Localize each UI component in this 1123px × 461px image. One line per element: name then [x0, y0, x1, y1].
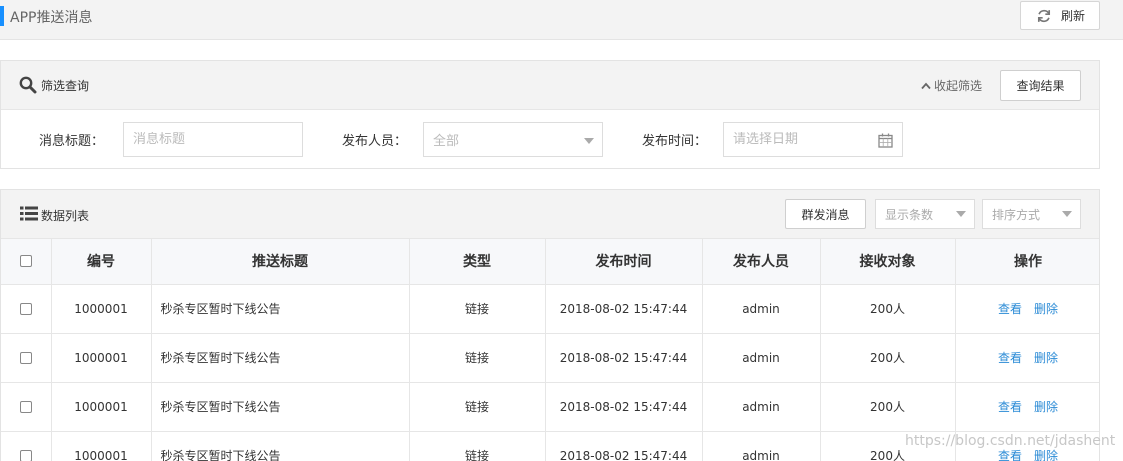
view-link[interactable]: 查看	[998, 302, 1022, 316]
chevron-up-icon	[921, 82, 931, 89]
calendar-icon	[878, 133, 893, 148]
column-header-publisher: 发布人员	[702, 239, 821, 285]
cell-id: 1000001	[51, 284, 152, 334]
page-header: APP推送消息	[0, 0, 1123, 40]
cell-type: 链接	[409, 382, 546, 432]
sort-select[interactable]: 排序方式	[982, 199, 1081, 229]
row-checkbox[interactable]	[19, 352, 32, 364]
column-header-title: 推送标题	[151, 239, 410, 285]
page-title: APP推送消息	[10, 10, 93, 26]
list-icon	[20, 206, 38, 221]
refresh-icon	[1037, 9, 1051, 22]
date-picker[interactable]	[723, 122, 903, 157]
list-header: 数据列表 群发消息 显示条数 排序方式	[1, 190, 1099, 239]
row-checkbox[interactable]	[19, 401, 32, 413]
cell-id: 1000001	[51, 333, 152, 383]
date-input[interactable]	[733, 132, 902, 147]
list-title: 数据列表	[41, 209, 90, 223]
collapse-filter-label: 收起筛选	[934, 79, 983, 93]
publish-time-label: 发布时间：	[642, 134, 708, 149]
page-size-placeholder: 显示条数	[885, 207, 934, 222]
row-select-cell	[1, 382, 52, 432]
mass-send-button[interactable]: 群发消息	[785, 199, 866, 229]
row-select-cell	[1, 431, 52, 461]
delete-link[interactable]: 删除	[1034, 302, 1058, 316]
cell-type: 链接	[409, 431, 546, 461]
page-size-select[interactable]: 显示条数	[875, 199, 975, 229]
refresh-label: 刷新	[1060, 9, 1085, 23]
watermark-text: https://blog.csdn.net/jdashent	[905, 433, 1116, 449]
sort-placeholder: 排序方式	[992, 207, 1041, 222]
cell-id: 1000001	[51, 431, 152, 461]
delete-link[interactable]: 删除	[1034, 449, 1058, 461]
filter-header: 筛选查询 收起筛选 查询结果	[1, 61, 1099, 110]
publisher-select[interactable]: 全部	[423, 122, 603, 157]
publisher-label: 发布人员：	[342, 134, 408, 149]
column-header-target: 接收对象	[820, 239, 956, 285]
title-accent-bar	[0, 6, 4, 26]
column-header-actions: 操作	[955, 239, 1099, 285]
view-link[interactable]: 查看	[998, 351, 1022, 365]
cell-time: 2018-08-02 15:47:44	[545, 431, 703, 461]
table-row: 1000001 秒杀专区暂时下线公告 链接 2018-08-02 15:47:4…	[1, 284, 1099, 334]
cell-type: 链接	[409, 333, 546, 383]
select-all-cell	[1, 239, 52, 285]
cell-actions: 查看 删除	[955, 382, 1099, 432]
row-select-cell	[1, 284, 52, 334]
filter-title: 筛选查询	[41, 79, 90, 93]
message-title-label: 消息标题：	[39, 134, 105, 149]
refresh-button[interactable]: 刷新	[1020, 1, 1100, 30]
column-header-time: 发布时间	[545, 239, 703, 285]
collapse-filter-toggle[interactable]: 收起筛选	[921, 77, 982, 94]
cell-title: 秒杀专区暂时下线公告	[151, 284, 410, 334]
cell-title: 秒杀专区暂时下线公告	[151, 431, 410, 461]
search-icon	[19, 76, 37, 94]
cell-title: 秒杀专区暂时下线公告	[151, 333, 410, 383]
query-results-button[interactable]: 查询结果	[1000, 70, 1081, 101]
publisher-select-value: 全部	[433, 134, 460, 149]
view-link[interactable]: 查看	[998, 400, 1022, 414]
chevron-down-icon	[584, 138, 594, 144]
cell-publisher: admin	[702, 284, 821, 334]
column-header-type: 类型	[409, 239, 546, 285]
table-header-row: 编号 推送标题 类型 发布时间 发布人员 接收对象 操作	[1, 239, 1099, 285]
cell-time: 2018-08-02 15:47:44	[545, 333, 703, 383]
message-title-input[interactable]	[123, 122, 303, 157]
cell-title: 秒杀专区暂时下线公告	[151, 382, 410, 432]
message-title-field[interactable]	[133, 132, 302, 147]
cell-actions: 查看 删除	[955, 333, 1099, 383]
column-header-id: 编号	[51, 239, 152, 285]
cell-actions: 查看 删除	[955, 284, 1099, 334]
cell-publisher: admin	[702, 382, 821, 432]
cell-time: 2018-08-02 15:47:44	[545, 284, 703, 334]
table-row: 1000001 秒杀专区暂时下线公告 链接 2018-08-02 15:47:4…	[1, 382, 1099, 432]
select-all-checkbox[interactable]	[19, 255, 32, 268]
data-list-panel: 数据列表 群发消息 显示条数 排序方式 编号 推送标题 类型 发布时间 发布人员…	[0, 189, 1100, 461]
chevron-down-icon	[1062, 211, 1072, 217]
cell-publisher: admin	[702, 333, 821, 383]
table-row: 1000001 秒杀专区暂时下线公告 链接 2018-08-02 15:47:4…	[1, 333, 1099, 383]
row-checkbox[interactable]	[19, 303, 32, 315]
row-select-cell	[1, 333, 52, 383]
data-table: 编号 推送标题 类型 发布时间 发布人员 接收对象 操作 1000001 秒杀专…	[1, 239, 1099, 461]
chevron-down-icon	[956, 211, 966, 217]
view-link[interactable]: 查看	[998, 449, 1022, 461]
cell-target: 200人	[820, 333, 956, 383]
cell-target: 200人	[820, 284, 956, 334]
cell-time: 2018-08-02 15:47:44	[545, 382, 703, 432]
cell-publisher: admin	[702, 431, 821, 461]
cell-type: 链接	[409, 284, 546, 334]
row-checkbox[interactable]	[19, 450, 32, 461]
cell-target: 200人	[820, 382, 956, 432]
cell-id: 1000001	[51, 382, 152, 432]
delete-link[interactable]: 删除	[1034, 351, 1058, 365]
delete-link[interactable]: 删除	[1034, 400, 1058, 414]
